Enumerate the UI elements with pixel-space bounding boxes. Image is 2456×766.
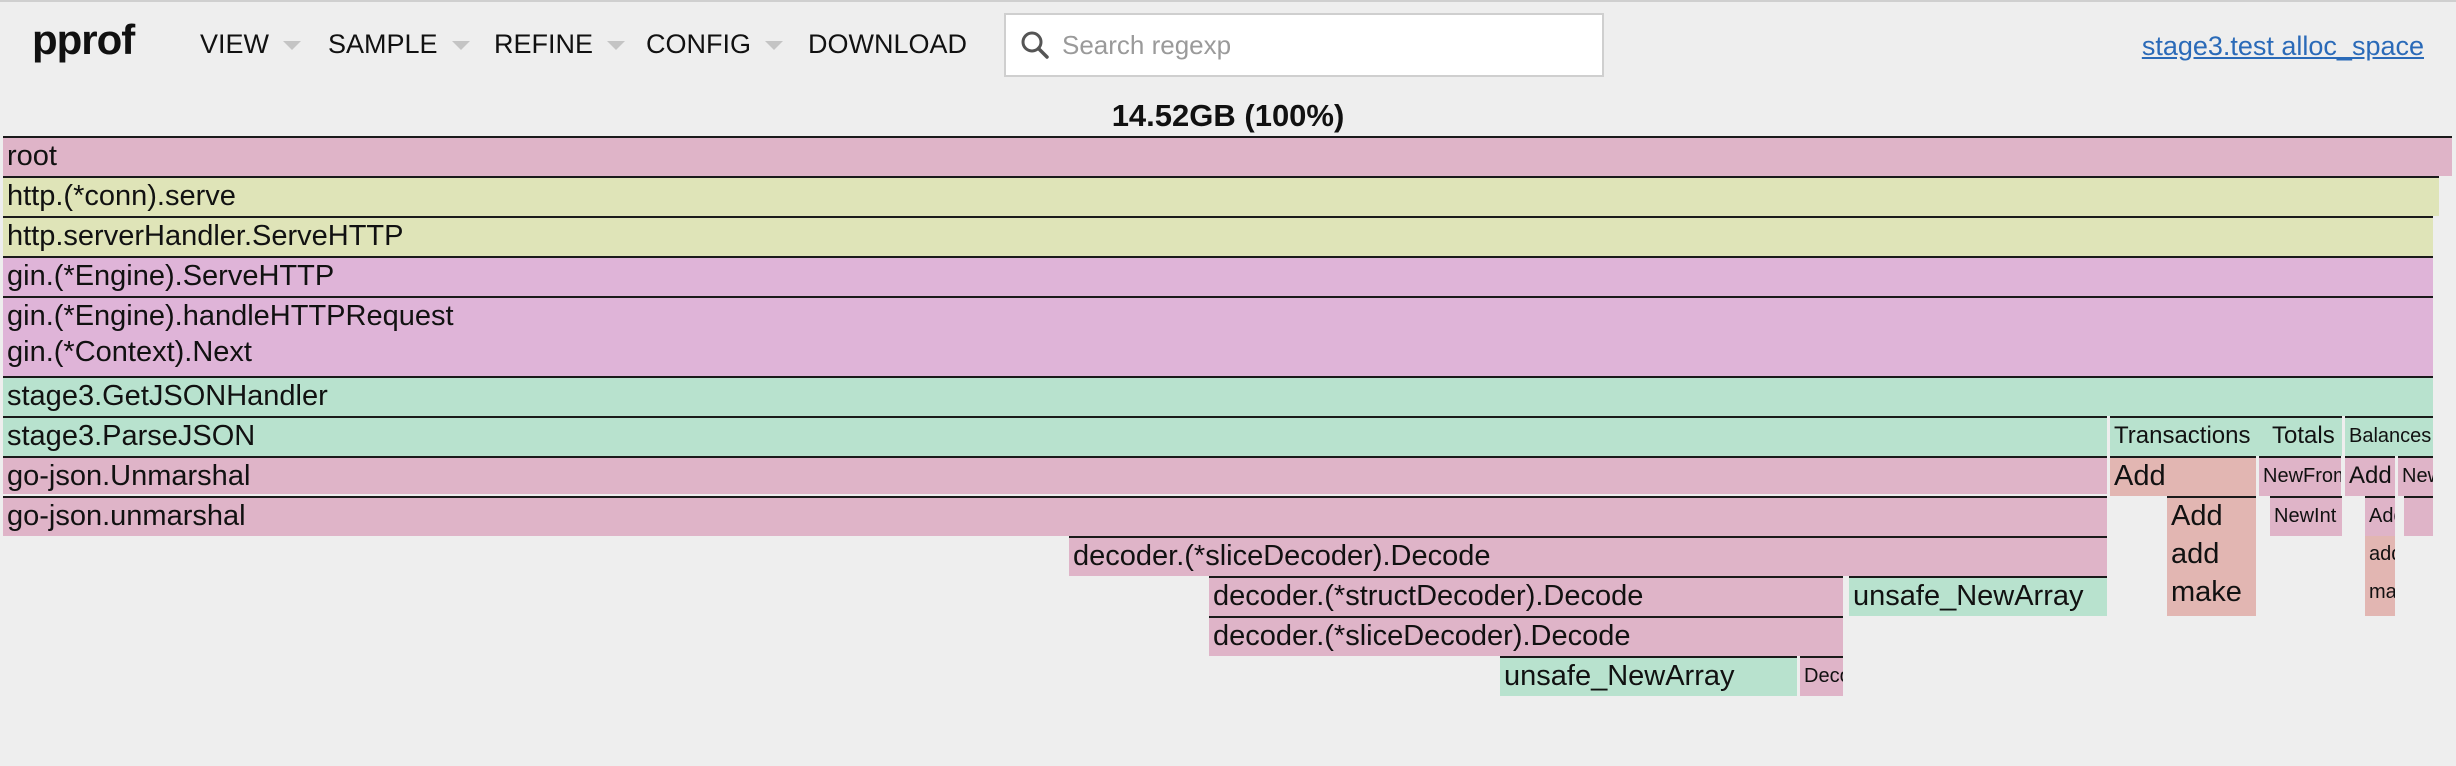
view-menu[interactable]: VIEW: [200, 29, 302, 60]
sample-menu-label: SAMPLE: [328, 29, 438, 59]
chevron-down-icon: [451, 41, 470, 50]
download-menu[interactable]: DOWNLOAD: [808, 29, 967, 60]
search-box: [1004, 13, 1604, 77]
frame-parse-json[interactable]: stage3.ParseJSON: [3, 416, 2107, 456]
frame-conn-serve[interactable]: http.(*conn).serve: [3, 176, 2439, 216]
frame-transactions[interactable]: Transactions: [2110, 416, 2270, 456]
config-menu[interactable]: CONFIG: [646, 29, 783, 60]
frame-context-next[interactable]: gin.(*Context).Next: [3, 334, 2433, 376]
chevron-down-icon: [765, 41, 783, 50]
frame-tx-add[interactable]: Add: [2110, 456, 2256, 496]
frame-balances-add[interactable]: Add: [2345, 456, 2395, 496]
frame-unsafe-new-array-2[interactable]: unsafe_NewArray: [1500, 656, 1797, 696]
frame-slice-decode-2[interactable]: decoder.(*sliceDecoder).Decode: [1209, 616, 1843, 656]
frame-balances[interactable]: Balances: [2345, 416, 2433, 456]
frame-slice-decode[interactable]: decoder.(*sliceDecoder).Decode: [1069, 536, 2107, 576]
download-menu-label: DOWNLOAD: [808, 29, 968, 59]
refine-menu-label: REFINE: [494, 29, 594, 59]
frame-new-from[interactable]: NewFrom: [2259, 456, 2341, 496]
frame-tx-add-3[interactable]: add: [2167, 536, 2256, 574]
frame-engine-handle[interactable]: gin.(*Engine).handleHTTPRequest: [3, 296, 2433, 334]
frame-balances-new[interactable]: New: [2398, 456, 2433, 496]
frame-tx-add-2[interactable]: Add: [2167, 496, 2256, 536]
refine-menu[interactable]: REFINE: [494, 29, 626, 60]
frame-decode-small[interactable]: Decode: [1800, 656, 1843, 696]
frame-unmarshal-upper[interactable]: go-json.Unmarshal: [3, 456, 2107, 494]
flame-total: 14.52GB (100%): [1111, 98, 1345, 133]
search-icon: [1021, 31, 1049, 59]
frame-balances-sub[interactable]: [2404, 496, 2433, 536]
frame-engine-serve[interactable]: gin.(*Engine).ServeHTTP: [3, 256, 2433, 296]
frame-get-json-handler[interactable]: stage3.GetJSONHandler: [3, 376, 2433, 416]
frame-balances-add-3[interactable]: add: [2365, 536, 2395, 574]
frame-unmarshal-lower[interactable]: go-json.unmarshal: [3, 496, 2107, 536]
frame-totals[interactable]: Totals: [2268, 416, 2342, 456]
search-input[interactable]: [1060, 28, 1584, 62]
frame-balances-add-2[interactable]: Add: [2365, 496, 2395, 536]
config-menu-label: CONFIG: [646, 29, 751, 59]
chevron-down-icon: [607, 41, 626, 50]
frame-struct-decode[interactable]: decoder.(*structDecoder).Decode: [1209, 576, 1843, 616]
sample-menu[interactable]: SAMPLE: [328, 29, 470, 60]
frame-server-handler[interactable]: http.serverHandler.ServeHTTP: [3, 216, 2433, 256]
top-toolbar: pprof VIEW SAMPLE REFINE CONFIG DOWNLOAD…: [0, 0, 2456, 88]
profile-link[interactable]: stage3.test alloc_space: [2142, 31, 2424, 62]
view-menu-label: VIEW: [200, 29, 270, 59]
chevron-down-icon: [283, 41, 302, 50]
pprof-logo: pprof: [32, 16, 135, 63]
frame-new-int[interactable]: NewInt: [2270, 496, 2342, 536]
frame-tx-make[interactable]: make: [2167, 574, 2256, 616]
frame-balances-make[interactable]: make: [2365, 574, 2395, 616]
frame-root[interactable]: root: [3, 136, 2452, 176]
frame-unsafe-new-array-1[interactable]: unsafe_NewArray: [1849, 576, 2107, 616]
